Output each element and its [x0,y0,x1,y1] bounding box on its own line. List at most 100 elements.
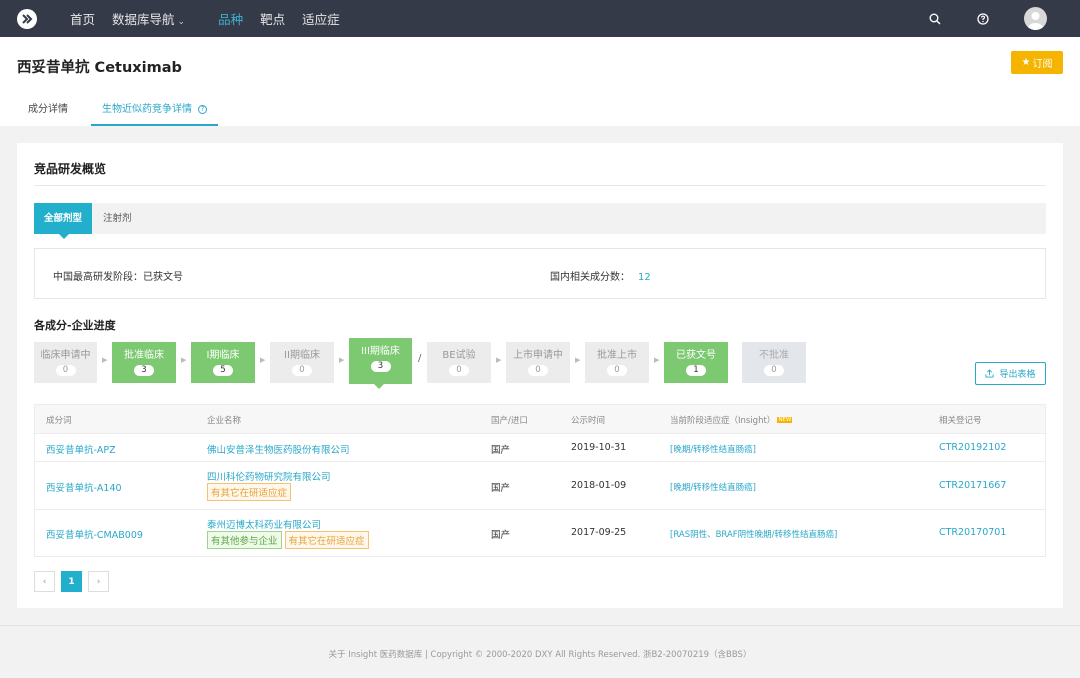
stage-marketing-approved[interactable]: 批准上市 0 [585,342,649,383]
stage-count: 0 [292,365,312,376]
export-table-button[interactable]: 导出表格 [975,362,1046,385]
nav-item-home[interactable]: 首页 [70,9,95,28]
prev-page-button[interactable]: ‹ [34,571,55,592]
export-label: 导出表格 [999,370,1036,380]
stage-arrow-icon: ▶ [339,356,345,364]
cell-indication[interactable]: [RAS阴性、BRAF阴性晚期/转移性结直肠癌] [670,528,837,540]
cell-indication[interactable]: [晚期/转移性结直肠癌] [670,481,756,493]
cell-tags: 有其他参与企业 有其它在研适应症 [207,531,372,549]
cell-date: 2019-10-31 [571,442,627,453]
nav-item-targets[interactable]: 靶点 [260,9,285,28]
stage-arrow-icon: ▶ [181,356,187,364]
stage-label: II期临床 [284,350,320,361]
help-icon[interactable] [976,12,990,26]
page-title: 西妥昔单抗 Cetuximab [17,60,182,76]
table-header: 成分词 企业名称 国产/进口 公示时间 当前阶段适应症（Insight） NEW … [35,405,1045,433]
stage-arrow-icon: ▶ [654,356,660,364]
cell-origin: 国产 [491,445,511,456]
cell-registration[interactable]: CTR20192102 [939,442,1006,453]
tag-other-indications[interactable]: 有其它在研适应症 [284,531,369,549]
stage-clinical-application[interactable]: 临床申请中 0 [34,342,97,383]
subtab-all-forms[interactable]: 全部剂型 [34,203,92,239]
related-count-text: 国内相关成分数： 12 [550,268,651,283]
tab-biosimilar-competition[interactable]: 生物近似药竞争详情? [91,99,218,126]
cell-date: 2017-09-25 [571,527,627,538]
competition-card: 竞品研发概览 全部剂型 注射剂 中国最高研发阶段：已获文号 国内相关成分数： 12… [17,143,1063,608]
stage-label: 上市申请中 [513,350,563,361]
section-title-overview: 竞品研发概览 [34,162,107,176]
detail-tabs: 成分详情 生物近似药竞争详情? [0,99,218,126]
th-indication: 当前阶段适应症（Insight） NEW [670,414,793,426]
tag-other-companies[interactable]: 有其他参与企业 [207,531,282,549]
tab-ingredient-details[interactable]: 成分详情 [17,99,79,126]
cell-ingredient[interactable]: 西妥昔单抗-A140 [46,480,122,494]
stage-label: 临床申请中 [40,350,91,361]
cell-indication[interactable]: [晚期/转移性结直肠癌] [670,443,756,455]
new-badge: NEW [777,417,793,423]
table-row: 西妥昔单抗-A140 四川科伦药物研究院有限公司 有其它在研适应症 国产 201… [35,461,1045,509]
stage-license-obtained[interactable]: 已获文号 1 [664,342,728,383]
stage-rejected[interactable]: 不批准 0 [742,342,806,383]
stage-label: BE试验 [442,350,476,361]
stage-phase-3[interactable]: III期临床 3 [349,338,412,389]
stage-label: 批准上市 [597,350,637,361]
question-icon[interactable]: ? [198,105,207,114]
cell-tags: 有其它在研适应症 [207,483,294,501]
next-page-button[interactable]: › [88,571,109,592]
tag-other-indications[interactable]: 有其它在研适应症 [207,483,292,501]
stage-clinical-approved[interactable]: 批准临床 3 [112,342,176,383]
stage-label: I期临床 [206,350,240,361]
nav-item-drugs[interactable]: 品种 [218,9,243,28]
th-origin: 国产/进口 [491,416,528,426]
cell-origin: 国产 [491,483,511,494]
star-icon: ★ [1021,57,1031,68]
logo-icon[interactable] [17,8,37,29]
stage-arrow-icon: ▶ [496,356,502,364]
footer: 关于 Insight 医药数据库 | Copyright © 2000-2020… [0,625,1080,678]
related-count-label: 国内相关成分数： [550,272,630,283]
cell-origin: 国产 [491,530,511,541]
stage-count: 0 [528,365,548,376]
stage-be-trial[interactable]: BE试验 0 [427,342,491,383]
avatar[interactable] [1024,7,1047,30]
cell-company[interactable]: 四川科伦药物研究院有限公司 [207,469,331,483]
stage-arrow-icon: ▶ [102,356,108,364]
nav-item-indications[interactable]: 适应症 [302,9,340,28]
subtab-injection[interactable]: 注射剂 [92,203,143,234]
stage-separator: / [418,353,422,364]
cell-registration[interactable]: CTR20170701 [939,527,1006,538]
stage-label: 不批准 [759,350,789,361]
cell-company[interactable]: 佛山安普泽生物医药股份有限公司 [207,442,350,456]
subscribe-button[interactable]: ★ 订阅 [1011,51,1063,74]
stage-arrow-icon: ▶ [260,356,266,364]
stage-arrow-icon: ▶ [575,356,581,364]
th-ingredient: 成分词 [46,416,72,426]
stage-phase-1[interactable]: I期临床 5 [191,342,255,383]
cell-registration[interactable]: CTR20171667 [939,480,1006,491]
tab-biosimilar-label: 生物近似药竞争详情 [102,104,192,115]
related-count-value[interactable]: 12 [638,272,651,283]
table-row: 西妥昔单抗-CMAB009 泰州迈博太科药业有限公司 有其他参与企业 有其它在研适… [35,509,1045,556]
stage-marketing-application[interactable]: 上市申请中 0 [506,342,570,383]
stage-label: III期临床 [361,346,400,357]
stage-count: 3 [134,365,154,376]
cell-date: 2018-01-09 [571,480,627,491]
stage-phase-2[interactable]: II期临床 0 [270,342,334,383]
stage-count: 1 [686,365,706,376]
table-row: 西妥昔单抗-APZ 佛山安普泽生物医药股份有限公司 国产 2019-10-31 … [35,433,1045,461]
section-title-progress: 各成分-企业进度 [34,319,116,332]
ingredient-company-table: 成分词 企业名称 国产/进口 公示时间 当前阶段适应症（Insight） NEW … [34,404,1046,557]
search-icon[interactable] [928,12,942,26]
nav-item-database[interactable]: 数据库导航 ⌄ [112,9,185,28]
chevron-down-icon: ⌄ [177,17,186,27]
cell-ingredient[interactable]: 西妥昔单抗-APZ [46,442,116,456]
cell-ingredient[interactable]: 西妥昔单抗-CMAB009 [46,527,143,541]
cell-company[interactable]: 泰州迈博太科药业有限公司 [207,517,321,531]
page-1-button[interactable]: 1 [61,571,82,592]
stage-count: 5 [213,365,233,376]
summary-box: 中国最高研发阶段：已获文号 国内相关成分数： 12 [34,248,1046,299]
stage-count: 0 [764,365,784,376]
page-header: 西妥昔单抗 Cetuximab ★ 订阅 成分详情 生物近似药竞争详情? [0,37,1080,126]
divider [34,185,1046,186]
stage-count: 3 [370,361,391,372]
